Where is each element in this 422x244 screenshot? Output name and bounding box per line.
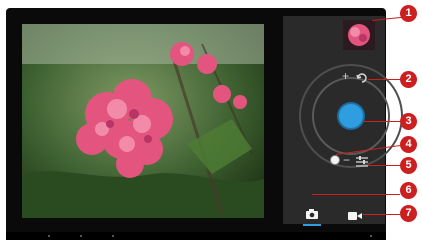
- rotate-camera-icon[interactable]: [356, 72, 368, 87]
- zoom-slider-knob[interactable]: [330, 155, 340, 165]
- callout-leader-2: [368, 79, 400, 80]
- callout-badge-3: 3: [400, 113, 417, 130]
- callout-badge-2: 2: [400, 71, 417, 88]
- photo-mode-indicator: [303, 224, 321, 226]
- video-camera-icon[interactable]: [347, 208, 363, 226]
- callout-leader-3: [363, 121, 400, 122]
- settings-sliders-icon[interactable]: [355, 155, 369, 170]
- callout-badge-5: 5: [400, 157, 417, 174]
- callout-leader-7: [363, 214, 400, 215]
- callout-leader-5: [368, 165, 400, 166]
- callout-badge-7: 7: [400, 205, 417, 222]
- thumbnail-image: [343, 20, 375, 50]
- viewfinder-image: [22, 24, 264, 218]
- camera-viewfinder[interactable]: [22, 24, 264, 218]
- callout-badge-4: 4: [400, 136, 417, 153]
- last-photo-thumbnail[interactable]: [343, 20, 375, 50]
- zoom-in-icon[interactable]: +: [342, 70, 349, 82]
- camera-icon[interactable]: [305, 207, 319, 225]
- shutter-button[interactable]: [339, 104, 363, 128]
- callout-badge-1: 1: [400, 5, 417, 22]
- nav-dot: [112, 235, 114, 237]
- system-navigation-bar: [6, 232, 386, 240]
- nav-dot: [80, 235, 82, 237]
- zoom-out-icon[interactable]: −: [343, 154, 350, 166]
- callout-badge-6: 6: [400, 182, 417, 199]
- nav-dot: [48, 235, 50, 237]
- callout-leader-6: [312, 194, 400, 195]
- nav-dot: [370, 235, 372, 237]
